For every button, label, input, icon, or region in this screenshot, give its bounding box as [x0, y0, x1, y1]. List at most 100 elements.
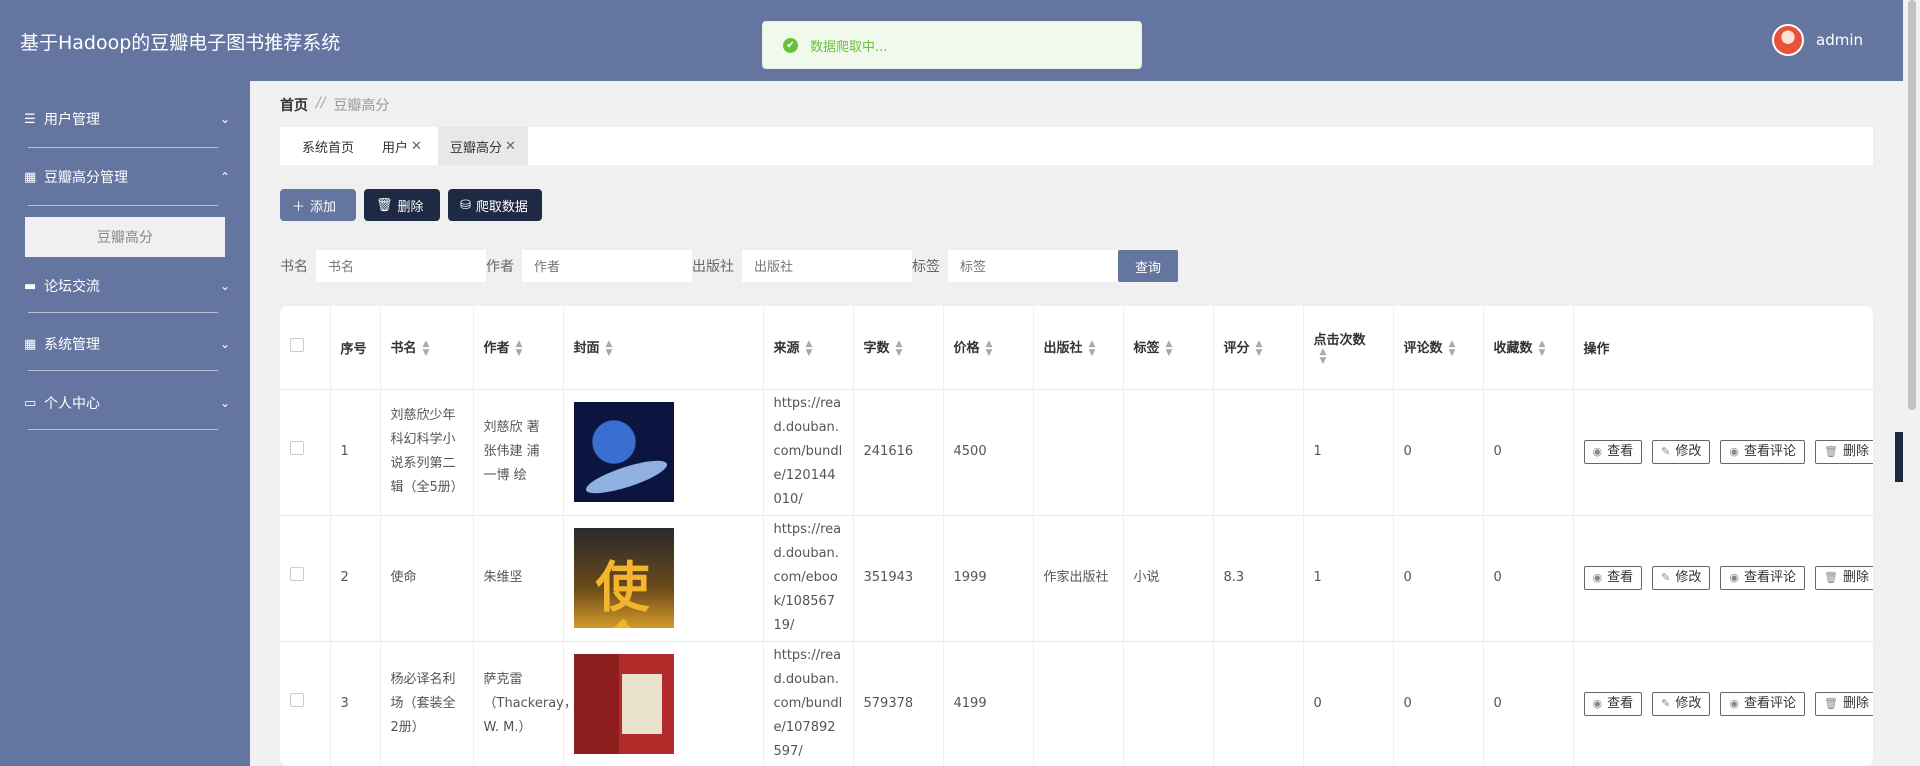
sort-icon[interactable]: ▲ ▼	[606, 339, 613, 358]
user-menu[interactable]: admin	[1772, 24, 1863, 56]
avatar[interactable]	[1772, 24, 1804, 56]
row-select-cell	[280, 389, 331, 516]
publisher-input[interactable]	[742, 250, 912, 282]
tab-home[interactable]: 系统首页	[290, 127, 366, 165]
tag-input[interactable]	[948, 250, 1118, 282]
row-checkbox[interactable]	[290, 693, 304, 707]
view-comments-button[interactable]: ◉ 查看评论	[1720, 440, 1805, 464]
view-button[interactable]: ◉ 查看	[1583, 692, 1643, 716]
edit-button[interactable]: ✎ 修改	[1652, 692, 1711, 716]
book-name-input[interactable]	[316, 250, 486, 282]
sort-icon[interactable]: ▲ ▼	[1539, 339, 1546, 358]
tab-douban-highscore[interactable]: 豆瓣高分 ✕	[437, 127, 528, 165]
cell-words: 351943	[853, 515, 944, 642]
query-button[interactable]: 查询	[1118, 250, 1178, 282]
trash-icon: 🗑	[1823, 571, 1838, 584]
view-button[interactable]: ◉ 查看	[1583, 566, 1643, 590]
col-source[interactable]: 来源 ▲ ▼	[763, 306, 854, 390]
cell-author: 朱维坚	[473, 515, 564, 642]
col-words[interactable]: 字数 ▲ ▼	[853, 306, 944, 390]
row-delete-button[interactable]: 🗑 删除	[1814, 440, 1873, 464]
sidebar-item-system[interactable]: ▦ 系统管理 ⌄	[24, 324, 230, 364]
select-all-checkbox[interactable]	[290, 338, 304, 353]
close-icon[interactable]: ✕	[411, 139, 422, 154]
col-clicks[interactable]: 点击次数 ▲ ▼	[1303, 306, 1394, 390]
row-delete-button[interactable]: 🗑 删除	[1814, 566, 1873, 590]
sort-icon[interactable]: ▲ ▼	[423, 339, 430, 358]
sort-icon[interactable]: ▲ ▼	[986, 339, 993, 358]
cell-clicks: 0	[1303, 641, 1394, 766]
edit-button[interactable]: ✎ 修改	[1652, 440, 1711, 464]
col-comments[interactable]: 评论数 ▲ ▼	[1393, 306, 1484, 390]
sidebar-item-douban-management[interactable]: ▦ 豆瓣高分管理 ⌃	[24, 157, 230, 197]
col-tag[interactable]: 标签 ▲ ▼	[1123, 306, 1214, 390]
sidebar-item-forum[interactable]: ▬ 论坛交流 ⌄	[24, 266, 230, 306]
row-checkbox[interactable]	[290, 567, 304, 581]
crawl-data-button[interactable]: ⛁ 爬取数据	[448, 189, 542, 221]
col-cover[interactable]: 封面 ▲ ▼	[563, 306, 764, 390]
row-select-cell	[280, 515, 331, 642]
sort-icon[interactable]: ▲ ▼	[516, 339, 523, 358]
edit-button[interactable]: ✎ 修改	[1652, 566, 1711, 590]
col-book-name[interactable]: 书名 ▲ ▼	[380, 306, 474, 390]
sort-icon[interactable]: ▲ ▼	[806, 339, 813, 358]
page-scrollbar[interactable]	[1903, 0, 1920, 766]
col-price[interactable]: 价格 ▲ ▼	[943, 306, 1034, 390]
cell-book-name: 使命	[380, 515, 474, 642]
delete-label: 删除	[1842, 570, 1869, 585]
header-label: 字数	[863, 341, 890, 356]
view-comments-label: 查看评论	[1743, 696, 1796, 711]
book-cover-image[interactable]	[573, 654, 674, 754]
tab-user[interactable]: 用户 ✕	[370, 127, 434, 165]
view-comments-button[interactable]: ◉ 查看评论	[1720, 566, 1805, 590]
header-label: 收藏数	[1493, 341, 1533, 356]
table-row: 3 杨必译名利场（套装全2册） 萨克雷（Thackeray，W. M.） htt…	[280, 641, 1873, 766]
table-header-row: 序号 书名 ▲ ▼ 作者 ▲ ▼ 封面 ▲ ▼ 来源 ▲ ▼ 字数 ▲ ▼ 价格 ▲ ▼ 出版社 ▲ ▼ 标…	[280, 306, 1873, 390]
sidebar-item-user-management[interactable]: ☰ 用户管理 ⌄	[24, 99, 230, 139]
col-score[interactable]: 评分 ▲ ▼	[1213, 306, 1304, 390]
view-comments-button[interactable]: ◉ 查看评论	[1720, 692, 1805, 716]
cell-author: 萨克雷（Thackeray，W. M.）	[473, 641, 577, 766]
breadcrumb-home[interactable]: 首页	[280, 95, 308, 115]
eye-icon: ◉	[1729, 445, 1739, 458]
row-delete-button[interactable]: 🗑 删除	[1814, 692, 1873, 716]
sort-icon[interactable]: ▲ ▼	[1449, 339, 1456, 358]
user-name[interactable]: admin	[1816, 31, 1863, 49]
grid-icon: ▦	[24, 336, 37, 352]
delete-button[interactable]: 🗑 删除	[364, 189, 440, 221]
add-button[interactable]: ＋ 添加	[280, 189, 356, 221]
cell-cover	[563, 641, 764, 766]
book-cover-image[interactable]: 使命	[573, 528, 674, 628]
author-label: 作者	[486, 259, 514, 275]
close-icon[interactable]: ✕	[505, 139, 516, 154]
cell-book-name: 杨必译名利场（套装全2册）	[380, 641, 474, 766]
sort-icon[interactable]: ▲ ▼	[1256, 339, 1263, 358]
row-checkbox[interactable]	[290, 441, 304, 455]
view-comments-label: 查看评论	[1743, 444, 1796, 459]
view-label: 查看	[1607, 696, 1634, 711]
divider	[28, 147, 218, 148]
submenu-item-douban-highscore[interactable]: 豆瓣高分	[25, 217, 225, 257]
book-cover-image[interactable]	[573, 402, 674, 502]
col-publisher[interactable]: 出版社 ▲ ▼	[1033, 306, 1124, 390]
col-favorites[interactable]: 收藏数 ▲ ▼	[1483, 306, 1574, 390]
scrollbar-thumb[interactable]	[1908, 0, 1916, 410]
main-content: 首页 // 豆瓣高分 系统首页 用户 ✕ 豆瓣高分 ✕ ＋ 添加 🗑 删除 ⛁ …	[250, 81, 1903, 766]
col-author[interactable]: 作者 ▲ ▼	[473, 306, 564, 390]
author-input[interactable]	[522, 250, 692, 282]
sidebar-item-profile[interactable]: ▭ 个人中心 ⌄	[24, 383, 230, 423]
book-name-label: 书名	[280, 259, 308, 275]
edit-icon: ✎	[1661, 697, 1671, 710]
sliders-icon: ☰	[24, 111, 36, 127]
view-button[interactable]: ◉ 查看	[1583, 440, 1643, 464]
sort-icon[interactable]: ▲ ▼	[896, 339, 903, 358]
row-actions: ◉ 查看 ✎ 修改 ◉ 查看评论 🗑 删除	[1583, 440, 1873, 464]
header-label: 封面	[573, 341, 600, 356]
sort-icon[interactable]: ▲ ▼	[1089, 339, 1096, 358]
table-row: 2 使命 朱维坚 使命 https://read.douban.com/eboo…	[280, 515, 1873, 642]
sort-icon[interactable]: ▲ ▼	[1320, 347, 1327, 366]
tag-label: 标签	[912, 259, 940, 275]
sort-icon[interactable]: ▲ ▼	[1166, 339, 1173, 358]
header-label: 作者	[483, 341, 510, 356]
col-index: 序号	[330, 306, 381, 390]
